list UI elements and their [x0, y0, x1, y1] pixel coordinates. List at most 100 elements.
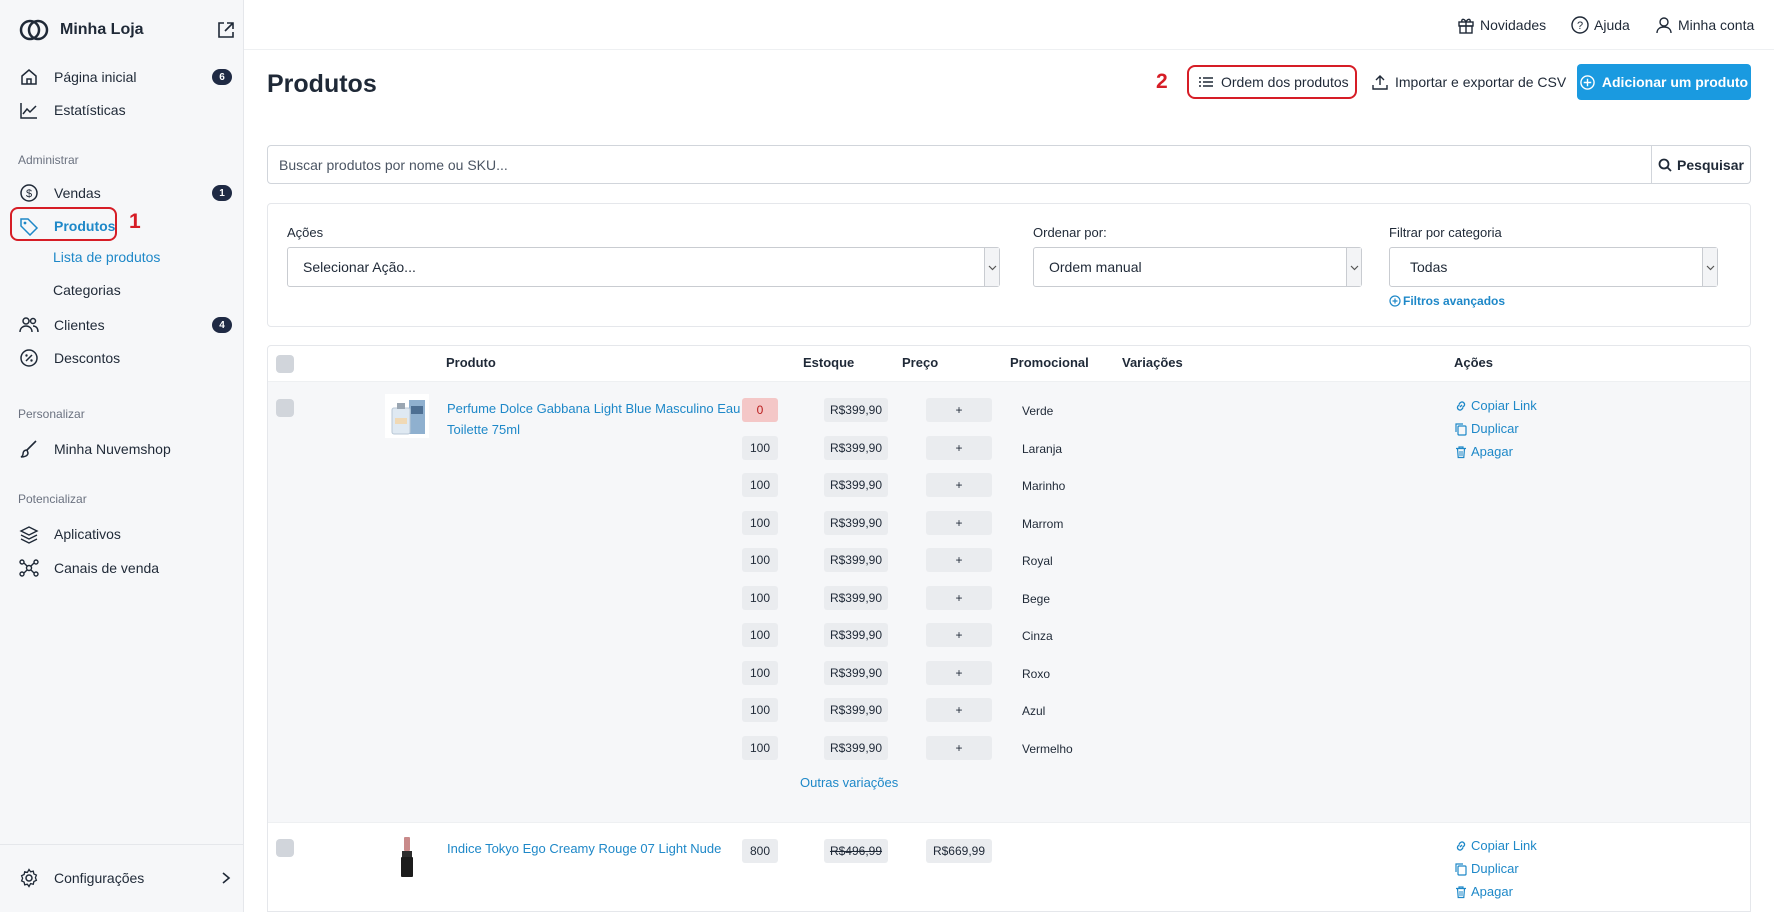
variant-name: Laranja [1022, 442, 1063, 456]
sales-badge: 1 [212, 185, 232, 201]
actions-select-value: Selecionar Ação... [303, 259, 416, 275]
actions-select[interactable]: Selecionar Ação... [287, 247, 1000, 287]
sidebar-item-label: Descontos [54, 350, 121, 366]
delete-label: Apagar [1471, 884, 1513, 899]
price-value[interactable]: R$399,90 [824, 548, 888, 572]
price-value[interactable]: R$399,90 [824, 623, 888, 647]
stock-value[interactable]: 100 [742, 473, 778, 497]
promo-value[interactable]: + [926, 736, 992, 760]
help-link[interactable]: ? Ajuda [1571, 14, 1630, 36]
promo-value[interactable]: + [926, 698, 992, 722]
table-row: Perfume Dolce Gabbana Light Blue Masculi… [268, 382, 1750, 822]
price-value[interactable]: R$399,90 [824, 736, 888, 760]
add-product-label: Adicionar um produto [1601, 74, 1749, 90]
add-product-button[interactable]: Adicionar um produto [1577, 64, 1751, 100]
news-link[interactable]: Novidades [1457, 14, 1546, 36]
chevron-down-icon [1346, 248, 1361, 286]
category-filter-select[interactable]: Todas [1389, 247, 1718, 287]
row-checkbox[interactable] [276, 839, 294, 857]
copy-link-action[interactable]: Copiar Link [1454, 838, 1537, 853]
sidebar: Minha Loja Página inicial 6 Estatísticas… [0, 0, 244, 912]
sidebar-sub-categories[interactable]: Categorias [53, 282, 121, 298]
promo-value[interactable]: + [926, 623, 992, 647]
sidebar-item-sales[interactable]: $ Vendas 1 [18, 180, 236, 206]
sidebar-item-discounts[interactable]: Descontos [18, 345, 236, 371]
csv-label: Importar e exportar de CSV [1395, 74, 1567, 90]
promo-value[interactable]: + [926, 548, 992, 572]
select-all-checkbox[interactable] [276, 355, 294, 373]
more-variations-link[interactable]: Outras variações [800, 775, 898, 790]
delete-action[interactable]: Apagar [1454, 444, 1513, 459]
copy-icon [1455, 862, 1467, 876]
help-icon: ? [1571, 16, 1589, 34]
gift-icon [1458, 18, 1474, 34]
highlight-products [10, 207, 117, 241]
promo-value[interactable]: + [926, 436, 992, 460]
brand[interactable]: Minha Loja [18, 16, 144, 44]
csv-button[interactable]: Importar e exportar de CSV [1372, 67, 1566, 97]
sidebar-sub-product-list[interactable]: Lista de produtos [53, 249, 160, 265]
product-name-link[interactable]: Perfume Dolce Gabbana Light Blue Masculi… [447, 398, 767, 440]
price-value[interactable]: R$496,99 [824, 839, 888, 863]
stock-value[interactable]: 100 [742, 511, 778, 535]
price-value[interactable]: R$399,90 [824, 661, 888, 685]
order-by-select[interactable]: Ordem manual [1033, 247, 1362, 287]
delete-action[interactable]: Apagar [1454, 884, 1513, 899]
col-stock: Estoque [803, 355, 855, 370]
variant-name: Marrom [1022, 517, 1064, 531]
stock-value[interactable]: 800 [742, 839, 778, 863]
price-value[interactable]: R$399,90 [824, 698, 888, 722]
account-label: Minha conta [1678, 17, 1755, 33]
promo-value[interactable]: + [926, 586, 992, 610]
external-link-icon[interactable] [216, 20, 236, 40]
chevron-right-icon [222, 872, 231, 884]
stock-value[interactable]: 100 [742, 548, 778, 572]
topbar: Novidades ? Ajuda Minha conta [244, 0, 1774, 50]
stock-value[interactable]: 100 [742, 586, 778, 610]
sidebar-item-nuvemshop[interactable]: Minha Nuvemshop [18, 436, 236, 462]
sidebar-item-settings[interactable]: Configurações [18, 865, 236, 891]
copy-link-label: Copiar Link [1471, 838, 1537, 853]
stock-value[interactable]: 100 [742, 623, 778, 647]
order-products-button[interactable]: Ordem dos produtos [1198, 67, 1349, 97]
duplicate-action[interactable]: Duplicar [1454, 861, 1519, 876]
promo-value[interactable]: R$669,99 [926, 839, 992, 863]
row-checkbox[interactable] [276, 399, 294, 417]
search-button-label: Pesquisar [1677, 156, 1744, 173]
product-name-link[interactable]: Indice Tokyo Ego Creamy Rouge 07 Light N… [447, 838, 767, 859]
stock-value[interactable]: 100 [742, 436, 778, 460]
price-value[interactable]: R$399,90 [824, 473, 888, 497]
duplicate-action[interactable]: Duplicar [1454, 421, 1519, 436]
stock-value[interactable]: 100 [742, 661, 778, 685]
col-price: Preço [902, 355, 939, 370]
advanced-filters-link[interactable]: Filtros avançados [1389, 294, 1505, 308]
promo-value[interactable]: + [926, 398, 992, 422]
stock-value[interactable]: 0 [742, 398, 778, 422]
sidebar-item-label: Clientes [54, 317, 105, 333]
apps-icon [18, 523, 40, 545]
account-link[interactable]: Minha conta [1655, 14, 1754, 36]
stock-value[interactable]: 100 [742, 736, 778, 760]
price-value[interactable]: R$399,90 [824, 511, 888, 535]
sidebar-item-stats[interactable]: Estatísticas [18, 97, 236, 123]
promo-value[interactable]: + [926, 511, 992, 535]
network-icon [18, 557, 40, 579]
stock-value[interactable]: 100 [742, 698, 778, 722]
price-value[interactable]: R$399,90 [824, 586, 888, 610]
sidebar-item-customers[interactable]: Clientes 4 [18, 312, 236, 338]
promo-value[interactable]: + [926, 473, 992, 497]
product-thumbnail[interactable] [385, 394, 429, 438]
price-value[interactable]: R$399,90 [824, 436, 888, 460]
sidebar-item-home[interactable]: Página inicial 6 [18, 64, 236, 90]
price-value[interactable]: R$399,90 [824, 398, 888, 422]
sidebar-item-apps[interactable]: Aplicativos [18, 521, 236, 547]
product-thumbnail[interactable] [385, 835, 429, 879]
promo-value[interactable]: + [926, 661, 992, 685]
search-button[interactable]: Pesquisar [1652, 145, 1751, 184]
dollar-icon: $ [18, 182, 40, 204]
sidebar-item-channels[interactable]: Canais de venda [18, 555, 236, 581]
col-actions: Ações [1454, 355, 1494, 370]
copy-link-action[interactable]: Copiar Link [1454, 398, 1537, 413]
search-input[interactable] [267, 145, 1652, 184]
customers-badge: 4 [212, 317, 232, 333]
